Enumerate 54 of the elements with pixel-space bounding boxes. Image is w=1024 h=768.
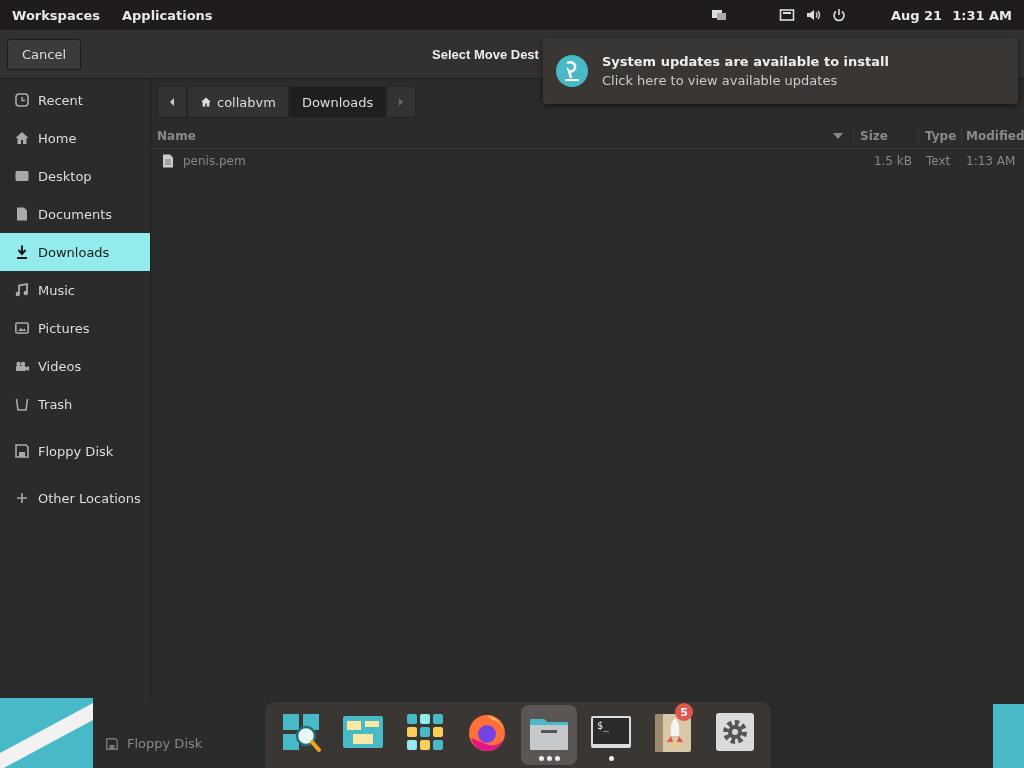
sidebar-item[interactable]: Downloads (0, 233, 150, 271)
top-menu[interactable]: Workspaces (12, 7, 100, 23)
floppy-icon (14, 443, 30, 459)
music-icon (14, 282, 30, 298)
file-icon (161, 154, 175, 168)
column-header[interactable]: Type (918, 129, 961, 143)
path-button[interactable]: collabvm (187, 86, 289, 118)
notification[interactable]: System updates are available to install Click here to view available updates (543, 38, 1018, 104)
file-modified: 1:13 AM (965, 154, 1017, 168)
sidebar-item[interactable]: Desktop (0, 157, 150, 195)
floppy-icon (105, 736, 119, 751)
sidebar-item[interactable]: Floppy Disk (0, 432, 150, 470)
back-button[interactable] (157, 86, 187, 118)
update-count-badge: 5 (675, 703, 693, 721)
prompt-label: $_ (597, 720, 610, 731)
documents-icon (14, 206, 30, 222)
sidebar-item[interactable]: Music (0, 271, 150, 309)
file-size: 1.5 kB (872, 154, 913, 168)
sidebar-item[interactable]: Home (0, 119, 150, 157)
sidebar-item[interactable]: Trash (0, 385, 150, 423)
file-type: Text (925, 154, 952, 168)
sidebar-item[interactable]: Recent (0, 81, 150, 119)
notification-body: Click here to view available updates (602, 73, 839, 88)
date-label[interactable]: Aug 21 (890, 7, 943, 23)
volume-icon[interactable] (804, 7, 821, 23)
sidebar-item: Floppy Disk (127, 736, 203, 751)
column-header[interactable]: Size (853, 129, 918, 143)
recent-icon (14, 92, 30, 108)
pop-logo-icon (556, 55, 588, 87)
dock-item[interactable] (521, 705, 577, 765)
cancel-button[interactable]: Cancel (7, 38, 82, 70)
dialog-title: Select Move Dest (432, 46, 539, 62)
downloads-icon (14, 244, 30, 260)
network-icon[interactable] (778, 7, 795, 23)
top-menu[interactable]: Applications (121, 7, 213, 23)
notification-title: System updates are available to install (602, 54, 889, 69)
file-name[interactable]: penis.pem (183, 154, 246, 168)
path-button[interactable]: Downloads (288, 86, 387, 118)
dock-item[interactable]: $_ (583, 705, 639, 765)
column-header[interactable]: Modified (961, 129, 1024, 143)
sidebar-item[interactable]: Pictures (0, 309, 150, 347)
trash-icon (14, 396, 30, 412)
pictures-icon (14, 320, 30, 336)
time-label[interactable]: 1:31 AM (952, 7, 1012, 23)
dock-item[interactable]: 5 (645, 705, 701, 765)
display-icon[interactable] (710, 7, 727, 23)
desktop-icon (14, 168, 30, 184)
sidebar-item[interactable]: Other Locations (0, 479, 150, 517)
sort-icon (833, 132, 843, 140)
home-icon (14, 130, 30, 146)
sidebar-item[interactable]: Documents (0, 195, 150, 233)
sidebar-item[interactable]: Videos (0, 347, 150, 385)
power-icon[interactable] (830, 7, 847, 23)
column-header[interactable]: Name (157, 129, 833, 143)
